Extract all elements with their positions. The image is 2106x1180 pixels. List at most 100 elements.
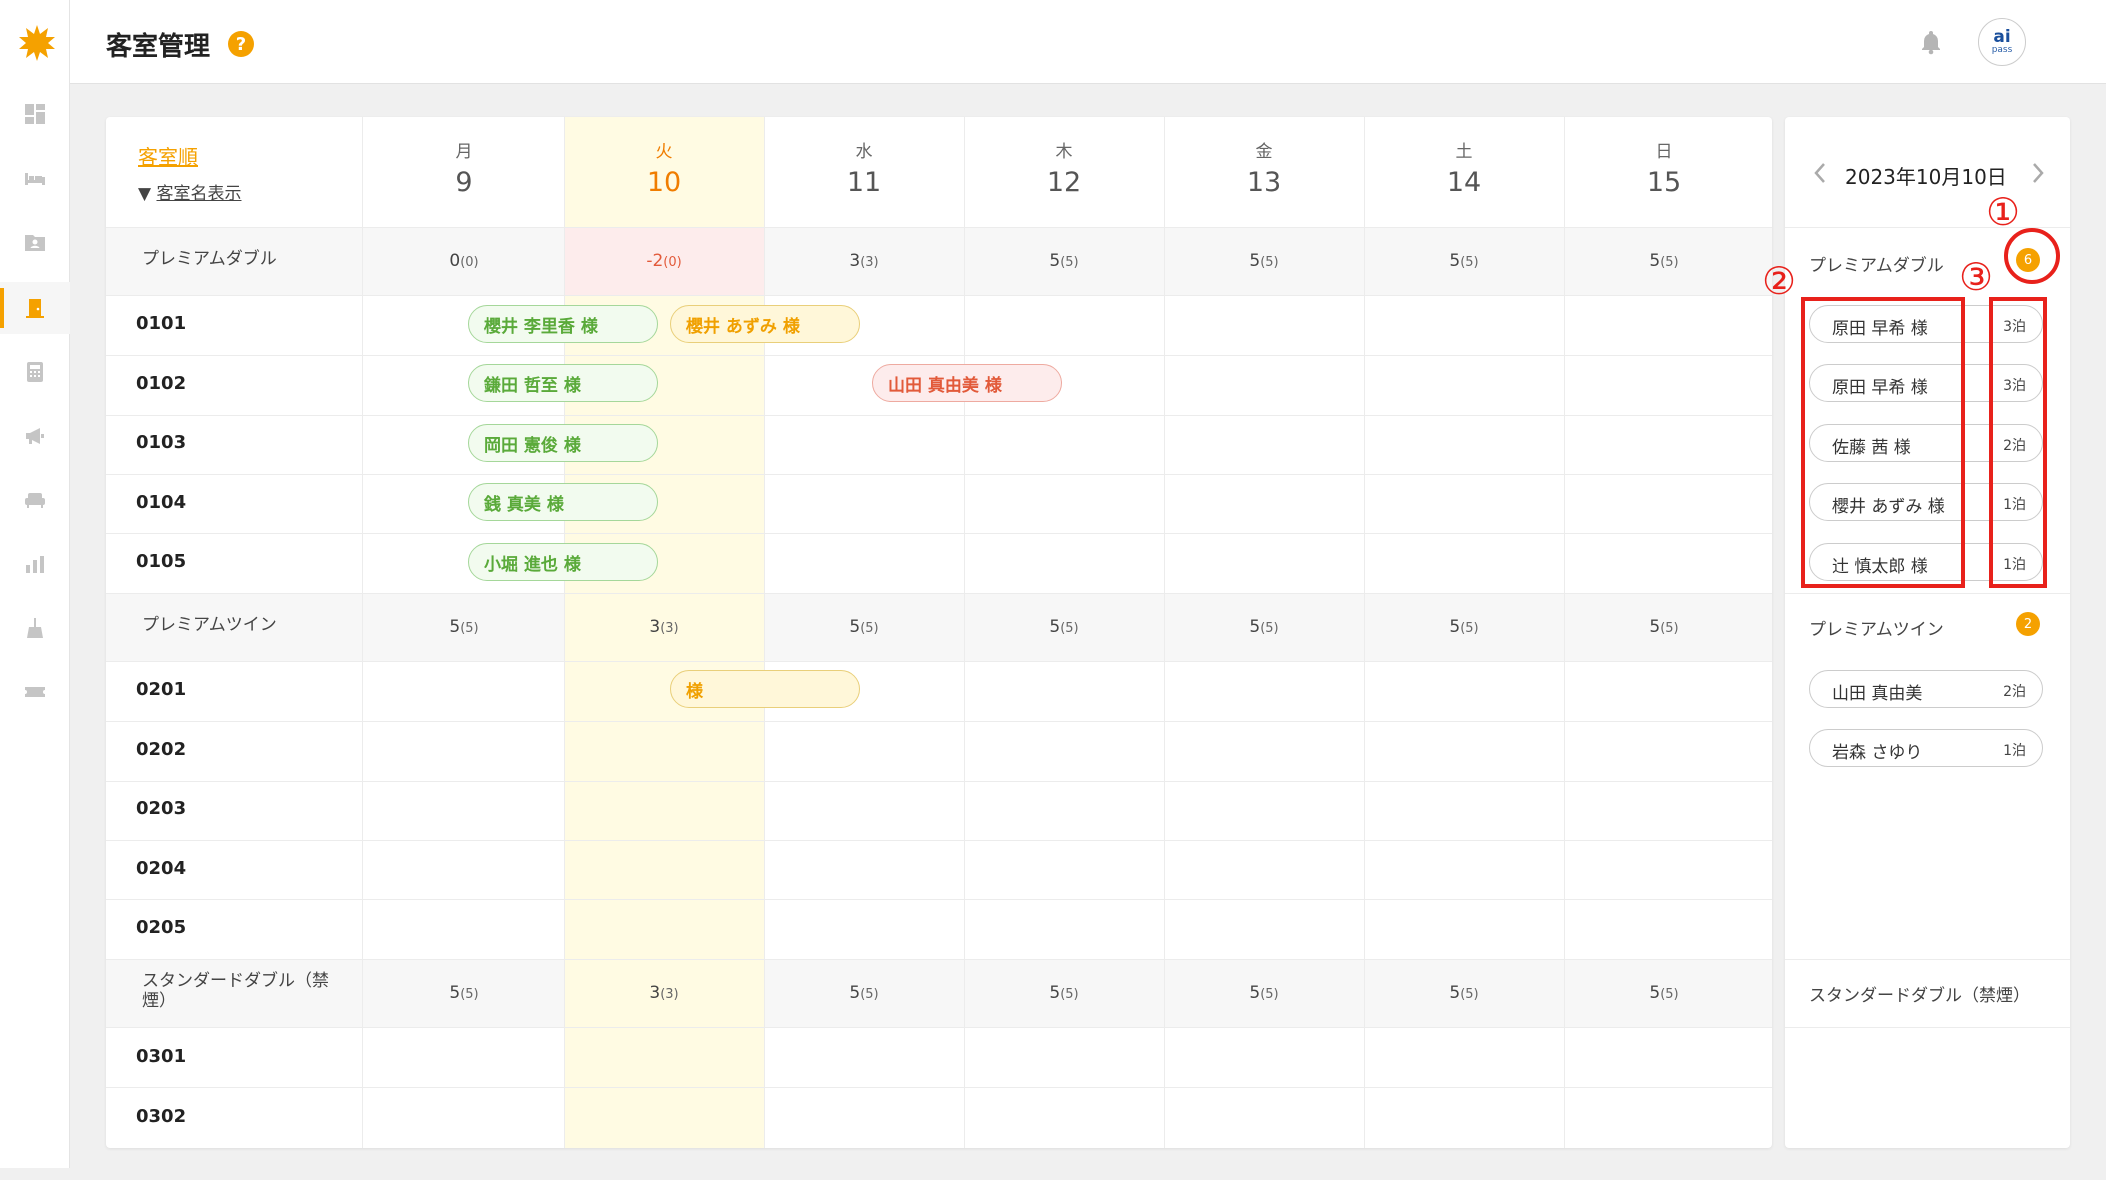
- room-calendar: 客室順 ▼ 客室名表示 月 9 火 10 水 11 木 12 金 13 土 14…: [106, 117, 1772, 1148]
- day-date[interactable]: 12: [964, 167, 1164, 198]
- bed-icon: [25, 173, 45, 185]
- nav-reservations[interactable]: [0, 152, 70, 204]
- day-date[interactable]: 15: [1564, 167, 1764, 198]
- annotation-number-1: ①: [1986, 190, 2021, 234]
- availability-count: 0(0): [449, 251, 479, 271]
- availability-count: 5(5): [1249, 617, 1279, 637]
- help-button[interactable]: ?: [228, 31, 254, 57]
- ticket-icon: [25, 687, 45, 697]
- sort-by-room-link[interactable]: 客室順: [138, 141, 198, 170]
- booking-pill[interactable]: 櫻井 あずみ 様: [670, 305, 860, 343]
- booking-pill[interactable]: 山田 真由美 様: [872, 364, 1062, 402]
- availability-count: 5(5): [1249, 983, 1279, 1003]
- booking-pill[interactable]: 岡田 憲俊 様: [468, 424, 658, 462]
- top-bar: 客室管理 ? ai pass: [70, 0, 2106, 84]
- availability-count: 3(3): [849, 251, 879, 271]
- sun-logo-icon[interactable]: [18, 24, 56, 62]
- availability-count: 3(3): [649, 617, 679, 637]
- bell-icon[interactable]: [1918, 29, 1944, 55]
- day-date-today[interactable]: 10: [564, 167, 764, 198]
- nav-coupons[interactable]: [0, 666, 70, 718]
- availability-count: 5(5): [449, 983, 479, 1003]
- booking-pill[interactable]: 銭 真美 様: [468, 483, 658, 521]
- room-type-label: プレミアムツイン: [142, 615, 277, 635]
- panel-room-type: スタンダードダブル（禁煙）: [1809, 986, 2030, 1006]
- chevron-right-icon[interactable]: [2029, 161, 2047, 185]
- annotation-number-2: ②: [1762, 259, 1797, 303]
- sidebar: [0, 0, 70, 1168]
- sofa-icon: [25, 493, 45, 508]
- chevron-left-icon[interactable]: [1811, 161, 1829, 185]
- panel-room-type: プレミアムダブル: [1809, 256, 1944, 276]
- avatar-sub: pass: [1991, 45, 2013, 55]
- room-number[interactable]: 0103: [136, 432, 186, 453]
- availability-count: 5(5): [1649, 983, 1679, 1003]
- stay-nights: 1泊: [2003, 743, 2026, 759]
- page-title: 客室管理: [106, 32, 211, 62]
- room-number[interactable]: 0105: [136, 551, 186, 572]
- availability-count-negative: -2(0): [646, 251, 682, 271]
- annotation-box-2: [1801, 297, 1965, 588]
- availability-count: 5(5): [1049, 251, 1079, 271]
- booking-pill[interactable]: 鎌田 哲至 様: [468, 364, 658, 402]
- room-number[interactable]: 0301: [136, 1046, 186, 1067]
- day-date[interactable]: 11: [764, 167, 964, 198]
- room-number[interactable]: 0204: [136, 858, 186, 879]
- availability-count: 5(5): [849, 983, 879, 1003]
- selected-date: 2023年10月10日: [1845, 165, 2007, 189]
- availability-count: 5(5): [1449, 617, 1479, 637]
- day-of-week: 金: [1255, 142, 1273, 162]
- guest-count-badge: 2: [2016, 612, 2040, 636]
- availability-count: 5(5): [1049, 617, 1079, 637]
- room-number[interactable]: 0205: [136, 917, 186, 938]
- megaphone-icon: [26, 428, 44, 444]
- nav-announcements[interactable]: [0, 410, 70, 462]
- day-of-week: 木: [1055, 142, 1073, 162]
- room-name-toggle-label: 客室名表示: [156, 184, 242, 204]
- room-type-label: プレミアムダブル: [142, 249, 277, 269]
- user-avatar[interactable]: ai pass: [1978, 18, 2026, 66]
- day-of-week: 水: [855, 142, 873, 162]
- nav-dashboard[interactable]: [0, 88, 70, 140]
- nav-cleaning[interactable]: [0, 602, 70, 654]
- booking-pill[interactable]: 櫻井 李里香 様: [468, 305, 658, 343]
- room-name-toggle[interactable]: ▼ 客室名表示: [138, 179, 241, 204]
- nav-facilities[interactable]: [0, 474, 70, 526]
- contact-folder-icon: [25, 235, 45, 251]
- bar-chart-icon: [26, 556, 44, 573]
- dashboard-icon: [25, 104, 45, 124]
- availability-count: 5(5): [1449, 251, 1479, 271]
- availability-count: 5(5): [1649, 617, 1679, 637]
- room-type-label: スタンダードダブル（禁煙）: [142, 971, 329, 1011]
- room-number[interactable]: 0101: [136, 313, 186, 334]
- day-date[interactable]: 14: [1364, 167, 1564, 198]
- annotation-circle-1: [2004, 228, 2060, 284]
- nav-guests[interactable]: [0, 216, 70, 268]
- annotation-number-3: ③: [1959, 255, 1994, 299]
- booking-pill[interactable]: 様: [670, 670, 860, 708]
- room-number[interactable]: 0102: [136, 373, 186, 394]
- calculator-icon: [27, 362, 43, 382]
- availability-count: 5(5): [1649, 251, 1679, 271]
- availability-count: 5(5): [1249, 251, 1279, 271]
- room-number[interactable]: 0201: [136, 679, 186, 700]
- room-number[interactable]: 0202: [136, 739, 186, 760]
- day-date[interactable]: 13: [1164, 167, 1364, 198]
- day-date[interactable]: 9: [364, 167, 564, 198]
- guest-name: 岩森 さゆり: [1832, 743, 1923, 763]
- nav-accounting[interactable]: [0, 346, 70, 398]
- day-of-week: 月: [455, 142, 473, 162]
- room-number[interactable]: 0203: [136, 798, 186, 819]
- nav-analytics[interactable]: [0, 538, 70, 590]
- guest-card[interactable]: 岩森 さゆり 1泊: [1809, 729, 2043, 767]
- availability-count: 5(5): [1049, 983, 1079, 1003]
- room-number[interactable]: 0104: [136, 492, 186, 513]
- guest-card[interactable]: 山田 真由美 2泊: [1809, 670, 2043, 708]
- day-of-week: 日: [1655, 142, 1673, 162]
- avatar-logo: ai: [1993, 27, 2011, 47]
- room-number[interactable]: 0302: [136, 1106, 186, 1127]
- nav-room-management[interactable]: [0, 282, 70, 334]
- availability-count: 3(3): [649, 983, 679, 1003]
- booking-pill[interactable]: 小堀 進也 様: [468, 543, 658, 581]
- day-of-week: 土: [1455, 142, 1473, 162]
